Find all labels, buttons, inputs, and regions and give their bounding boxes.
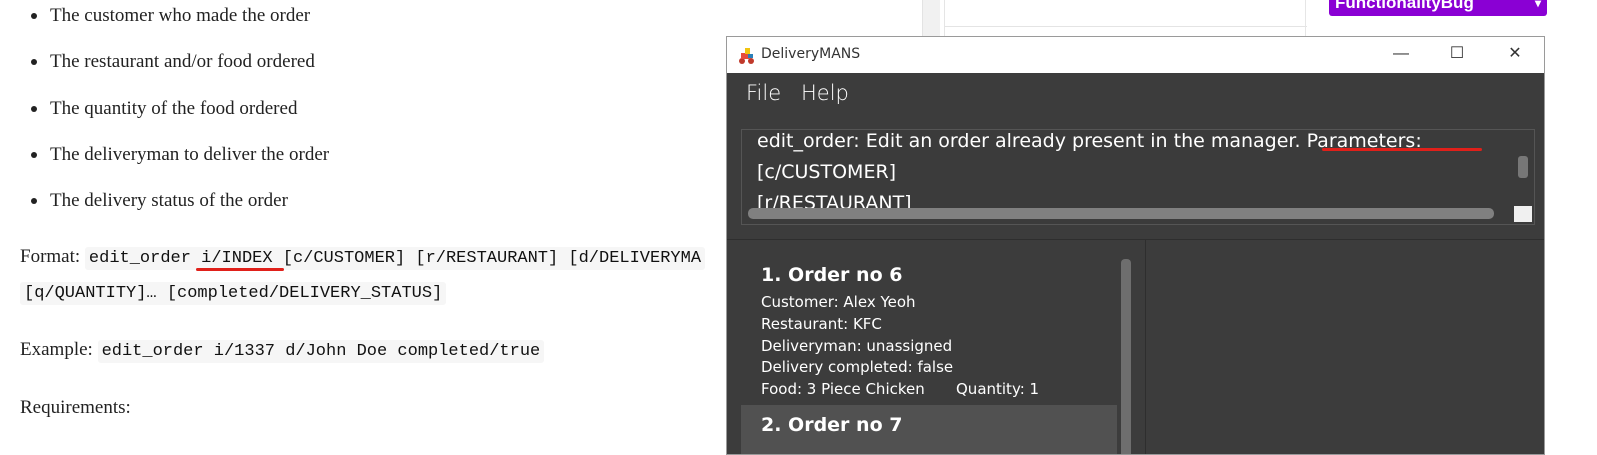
bullet-item: The delivery status of the order <box>28 187 329 233</box>
section-divider <box>727 239 1544 240</box>
format-line-continued: [q/QUANTITY]… [completed/DELIVERY_STATUS… <box>20 281 447 305</box>
app-icon <box>739 48 754 64</box>
menu-help[interactable]: Help <box>801 81 849 105</box>
order-card[interactable]: 2. Order no 7 <box>741 405 1117 454</box>
panel-splitter[interactable] <box>1145 240 1146 454</box>
close-icon: ✕ <box>1508 45 1522 62</box>
order-quantity: Quantity: 1 <box>956 380 1040 398</box>
window-title: DeliveryMANS <box>761 46 861 62</box>
scroll-corner <box>1514 206 1532 222</box>
menu-bar: File Help <box>727 73 1544 115</box>
order-deliveryman: Deliveryman: unassigned <box>761 337 953 355</box>
bullet-item: The restaurant and/or food ordered <box>28 48 329 94</box>
order-restaurant: Restaurant: KFC <box>761 315 882 333</box>
panel-divider <box>1305 0 1306 40</box>
order-customer: Customer: Alex Yeoh <box>761 293 916 311</box>
chevron-down-icon[interactable]: ▾ <box>1535 0 1541 12</box>
bullet-item: The deliveryman to deliver the order <box>28 141 329 187</box>
menu-file[interactable]: File <box>746 81 781 105</box>
title-bar[interactable]: DeliveryMANS — ☐ ✕ <box>727 37 1544 73</box>
annotation-underline <box>1322 148 1482 151</box>
panel-divider <box>945 26 1307 27</box>
format-code: edit_order i/INDEX [c/CUSTOMER] [r/RESTA… <box>84 247 706 270</box>
bullet-item: The customer who made the order <box>28 2 329 48</box>
label-badge[interactable]: FunctionalityBug ▾ <box>1329 0 1547 16</box>
close-button[interactable]: ✕ <box>1487 37 1543 73</box>
format-code-continued: [q/QUANTITY]… [completed/DELIVERY_STATUS… <box>20 282 447 305</box>
order-completed: Delivery completed: false <box>761 358 954 376</box>
format-label: Format: <box>20 246 81 267</box>
order-title: 1. Order no 6 <box>761 264 903 286</box>
minimize-button[interactable]: — <box>1373 37 1429 73</box>
order-title: 2. Order no 7 <box>761 414 903 436</box>
field-bullet-list: The customer who made the order The rest… <box>28 2 329 233</box>
format-line: Format: edit_order i/INDEX [c/CUSTOMER] … <box>20 246 706 270</box>
maximize-button[interactable]: ☐ <box>1429 37 1485 73</box>
deliverymans-window: DeliveryMANS — ☐ ✕ File Help edit_order:… <box>726 36 1545 455</box>
label-badge-text: FunctionalityBug <box>1335 0 1474 12</box>
annotation-underline <box>196 268 284 271</box>
example-label: Example: <box>20 339 93 360</box>
order-list-scrollbar[interactable] <box>1121 259 1131 454</box>
result-vertical-scrollbar[interactable] <box>1518 156 1528 178</box>
order-card[interactable]: 1. Order no 6 Customer: Alex Yeoh Restau… <box>741 255 1117 405</box>
order-food-text: Food: 3 Piece Chicken <box>761 380 925 398</box>
maximize-icon: ☐ <box>1449 45 1465 62</box>
requirements-heading: Requirements: <box>20 397 131 418</box>
minimize-icon: — <box>1393 45 1409 62</box>
result-display[interactable]: edit_order: Edit an order already presen… <box>741 129 1535 225</box>
example-line: Example: edit_order i/1337 d/John Doe co… <box>20 339 545 363</box>
order-food: Food: 3 Piece Chicken Quantity: 1 <box>761 380 1039 398</box>
bullet-item: The quantity of the food ordered <box>28 95 329 141</box>
example-code: edit_order i/1337 d/John Doe completed/t… <box>97 340 545 363</box>
order-list: 1. Order no 6 Customer: Alex Yeoh Restau… <box>741 255 1133 454</box>
result-horizontal-scrollbar[interactable] <box>748 208 1494 219</box>
